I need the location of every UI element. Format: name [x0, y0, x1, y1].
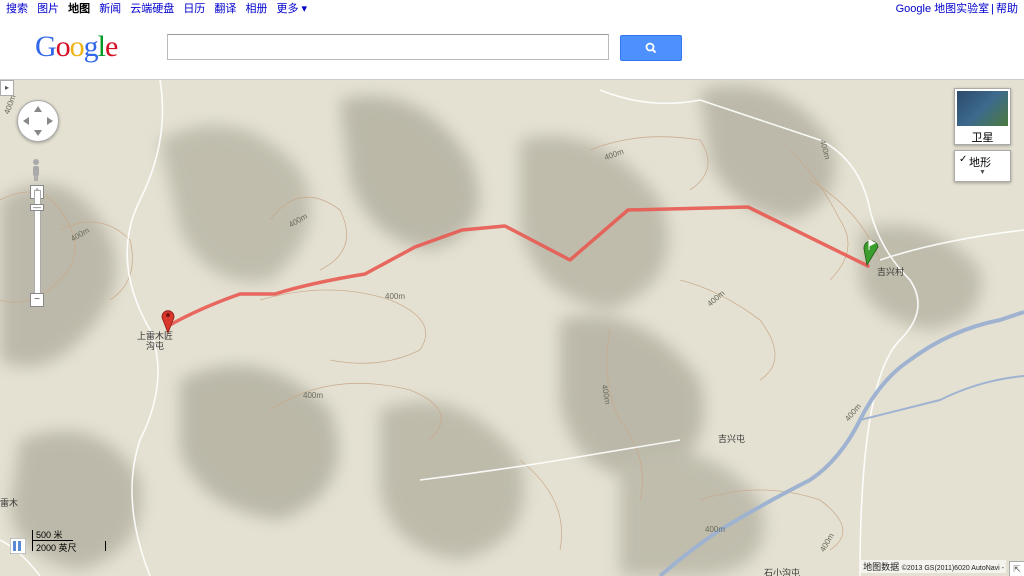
search-icon [645, 42, 657, 54]
contour-label: 400m [705, 525, 726, 534]
search-button[interactable] [620, 35, 682, 61]
pan-arrows-icon [23, 106, 53, 136]
pan-control[interactable] [17, 100, 59, 142]
terrain-toggle[interactable]: ✓ 地形 ▼ [954, 150, 1011, 182]
satellite-button[interactable]: 卫星 [954, 88, 1011, 145]
copyright-detail: ©2013 GS(2011)6020 AutoNavi - [901, 565, 1004, 572]
search-header: Google [0, 15, 1024, 80]
scale-metric-tick: 500 米 [32, 530, 73, 541]
checkmark-icon: ✓ [959, 154, 968, 165]
pegman-icon[interactable] [29, 158, 43, 182]
nav-more[interactable]: 更多 ▾ [277, 3, 308, 15]
scale-imperial: 2000 英尺 [36, 543, 77, 553]
contour-label: 400m [385, 292, 406, 301]
place-label-start: 上雷木匠 沟屯 [136, 331, 173, 351]
nav-photos[interactable]: 相册 [245, 3, 267, 15]
map-scale-icon [10, 538, 26, 554]
top-right-links: Google 地图实验室 | 帮助 [896, 0, 1018, 16]
contour-label: 400m [303, 391, 324, 400]
terrain-label: 地形 [969, 157, 991, 169]
scale-metric: 500 米 [36, 530, 63, 540]
satellite-label: 卫星 [971, 132, 994, 144]
satellite-thumbnail [957, 91, 1008, 126]
terrain-layer [0, 80, 1024, 576]
zoom-out-button[interactable]: − [30, 293, 44, 307]
google-logo[interactable]: Google [35, 30, 118, 64]
place-label-edge: 雷木 [0, 498, 19, 508]
logo-letter: G [35, 30, 57, 63]
copyright-text: 地图数据 [863, 562, 900, 572]
zoom-handle[interactable]: — [30, 204, 44, 212]
dropdown-arrow-icon: ▼ [979, 169, 986, 176]
place-label-bottom: 石小沟屯 [764, 568, 801, 576]
place-label-village: 吉兴屯 [718, 434, 746, 444]
map-copyright: 地图数据 ©2013 GS(2011)6020 AutoNavi - [861, 560, 1006, 573]
map-canvas[interactable]: 400m 400m 400m 400m 400m 400m 400m 400m … [0, 80, 1024, 576]
collapse-overview-icon[interactable]: ⇱ [1009, 561, 1024, 576]
logo-letter: l [97, 30, 106, 63]
top-nav-bar: 搜索 图片 地图 新闻 云端硬盘 日历 翻译 相册 更多 ▾ Google 地图… [0, 0, 1024, 16]
nav-search[interactable]: 搜索 [6, 3, 28, 15]
product-nav: 搜索 图片 地图 新闻 云端硬盘 日历 翻译 相册 更多 ▾ [6, 0, 313, 16]
nav-news[interactable]: 新闻 [99, 3, 121, 15]
nav-translate[interactable]: 翻译 [214, 3, 236, 15]
nav-maps[interactable]: 地图 [68, 3, 90, 15]
end-flag-icon[interactable] [862, 236, 882, 266]
maps-labs-link[interactable]: Google 地图实验室 [896, 3, 990, 15]
start-marker-icon[interactable] [160, 308, 176, 334]
search-input[interactable] [167, 34, 609, 60]
expand-sidebar-icon[interactable]: ▸ [0, 80, 14, 96]
logo-letter: g [83, 30, 99, 63]
nav-calendar[interactable]: 日历 [183, 3, 205, 15]
link-separator: | [991, 3, 994, 15]
logo-letter: o [55, 30, 71, 63]
nav-drive[interactable]: 云端硬盘 [130, 3, 174, 15]
place-label-end: 吉兴村 [877, 267, 905, 277]
help-link[interactable]: 帮助 [996, 3, 1018, 15]
logo-letter: e [105, 30, 118, 63]
logo-letter: o [69, 30, 85, 63]
scale-imperial-tick: 2000 英尺 [32, 541, 106, 553]
nav-images[interactable]: 图片 [37, 3, 59, 15]
